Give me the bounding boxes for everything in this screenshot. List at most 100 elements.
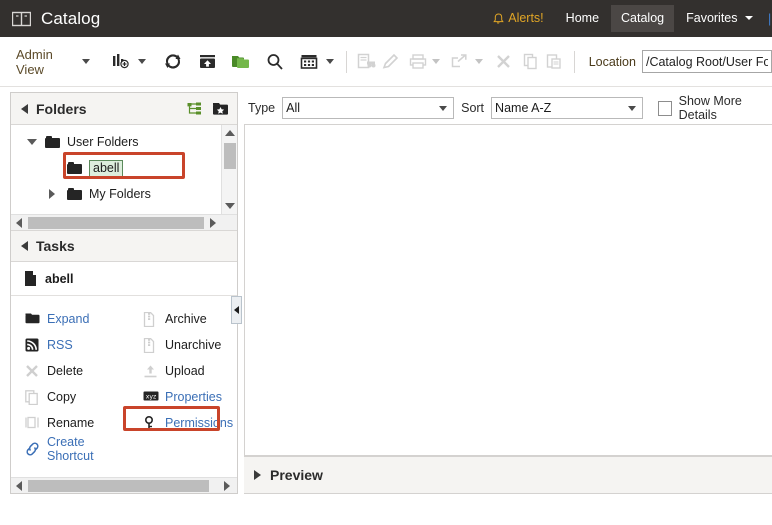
task-archive: Archive — [129, 306, 237, 332]
admin-view-dropdown[interactable]: Admin View — [16, 46, 91, 77]
favorite-folder-icon[interactable] — [212, 102, 229, 116]
tree-node-my-folders[interactable]: My Folders — [11, 181, 237, 207]
tree-horizontal-scrollbar[interactable] — [11, 214, 237, 230]
preview-panel-title: Preview — [270, 467, 323, 483]
filter-bar: Type All Sort Name A-Z Show More Details — [244, 92, 772, 124]
preview-panel-header[interactable]: Preview — [244, 456, 772, 494]
calendar-caret-icon[interactable] — [322, 49, 338, 75]
new-folder-icon[interactable] — [228, 49, 254, 75]
panel-collapse-handle[interactable] — [231, 296, 242, 324]
delete-x-icon — [25, 364, 40, 379]
triangle-down-icon — [224, 203, 235, 209]
scroll-thumb[interactable] — [28, 479, 209, 492]
task-rename: Rename — [11, 410, 129, 436]
task-label: Expand — [47, 312, 90, 326]
task-label: Properties — [165, 390, 222, 404]
tasks-panel-header[interactable]: Tasks — [11, 230, 237, 262]
expand-triangle-down-icon[interactable] — [27, 139, 37, 145]
tree-view-icon[interactable] — [187, 102, 202, 116]
tree-node-label: User Folders — [67, 135, 139, 149]
rename-icon — [25, 416, 40, 431]
task-delete: Delete — [11, 358, 129, 384]
admin-view-label: Admin View — [16, 46, 53, 77]
scroll-left-button[interactable] — [11, 217, 27, 228]
new-caret-icon[interactable] — [134, 49, 150, 75]
folder-icon — [45, 136, 60, 148]
location-input[interactable] — [641, 50, 772, 73]
triangle-right-icon — [21, 103, 28, 114]
open-icon — [355, 49, 378, 75]
xyz-properties-icon: xyz — [143, 390, 159, 405]
upload-icon[interactable] — [194, 49, 220, 75]
folder-icon — [67, 188, 82, 200]
expand-triangle-right-icon[interactable] — [49, 189, 55, 199]
refresh-icon[interactable] — [160, 49, 186, 75]
nav-home[interactable]: Home — [556, 5, 609, 32]
task-permissions[interactable]: Permissions — [123, 406, 237, 436]
export-caret-icon — [472, 49, 486, 75]
triangle-right-icon — [21, 241, 28, 251]
book-icon — [12, 11, 31, 27]
triangle-right-icon — [210, 217, 216, 228]
upload-arrow-icon — [143, 364, 158, 379]
archive-zip-icon — [143, 311, 158, 327]
search-icon[interactable] — [262, 49, 288, 75]
scroll-thumb[interactable] — [224, 143, 236, 169]
toolbar-separator — [346, 50, 348, 73]
task-properties[interactable]: xyz Properties — [129, 384, 237, 410]
task-upload: Upload — [129, 358, 237, 384]
nav-favorites[interactable]: Favorites — [676, 5, 763, 32]
catalog-app-window: Catalog Alerts! Home Catalog Favorites | — [0, 0, 772, 525]
triangle-left-icon — [16, 217, 22, 228]
tree-node-label: abell — [89, 159, 124, 177]
folders-panel-title: Folders — [36, 100, 87, 117]
task-create-shortcut[interactable]: Create Shortcut — [11, 435, 129, 463]
task-rss[interactable]: RSS — [11, 332, 129, 358]
scroll-up-button[interactable] — [222, 125, 237, 141]
link-icon — [25, 441, 40, 457]
nav-catalog[interactable]: Catalog — [611, 5, 675, 32]
task-label: Upload — [165, 364, 205, 378]
catalog-item-list[interactable] — [244, 124, 772, 456]
print-caret-icon — [429, 49, 443, 75]
scroll-right-button[interactable] — [205, 217, 221, 228]
nav-alerts[interactable]: Alerts! — [483, 5, 553, 32]
task-label: Rename — [47, 416, 95, 430]
unarchive-zip-icon — [143, 337, 158, 353]
left-panel: Folders User Folders abell My Folders Ta… — [10, 92, 238, 494]
location-label: Location — [588, 54, 636, 69]
scroll-right-button[interactable] — [219, 480, 235, 491]
tree-vertical-scrollbar[interactable] — [221, 125, 237, 214]
nav-alerts-label: Alerts! — [508, 11, 544, 25]
scroll-down-button[interactable] — [222, 198, 237, 214]
task-expand[interactable]: Expand — [11, 306, 129, 332]
task-label: RSS — [47, 338, 73, 352]
catalog-main-area: Type All Sort Name A-Z Show More Details… — [244, 92, 772, 494]
calendar-icon[interactable] — [296, 49, 322, 75]
key-icon — [143, 415, 158, 431]
triangle-right-icon — [254, 470, 261, 480]
delete-icon — [492, 49, 515, 75]
export-icon — [449, 49, 472, 75]
type-select[interactable]: All — [282, 97, 455, 119]
tree-node-user-folders[interactable]: User Folders — [11, 129, 237, 155]
left-panel-horizontal-scrollbar[interactable] — [11, 477, 237, 493]
triangle-right-icon — [224, 480, 230, 491]
new-icon[interactable] — [108, 49, 134, 75]
caret-down-icon — [82, 59, 91, 64]
svg-text:xyz: xyz — [146, 393, 157, 400]
tasks-panel-title: Tasks — [36, 238, 75, 254]
task-label: Unarchive — [165, 338, 222, 352]
scroll-thumb[interactable] — [28, 216, 204, 229]
sort-label: Sort — [461, 101, 485, 115]
nav-overflow-partial[interactable]: | — [764, 7, 772, 31]
scroll-left-button[interactable] — [11, 480, 27, 491]
top-header-bar: Catalog Alerts! Home Catalog Favorites | — [0, 0, 772, 37]
rss-icon — [25, 338, 40, 353]
tree-node-abell[interactable]: abell — [11, 155, 237, 181]
caret-down-icon — [745, 16, 753, 20]
show-more-details-checkbox[interactable] — [658, 100, 672, 116]
folders-panel-header[interactable]: Folders — [11, 93, 237, 125]
sort-select[interactable]: Name A-Z — [491, 97, 644, 119]
task-label: Permissions — [165, 416, 234, 430]
